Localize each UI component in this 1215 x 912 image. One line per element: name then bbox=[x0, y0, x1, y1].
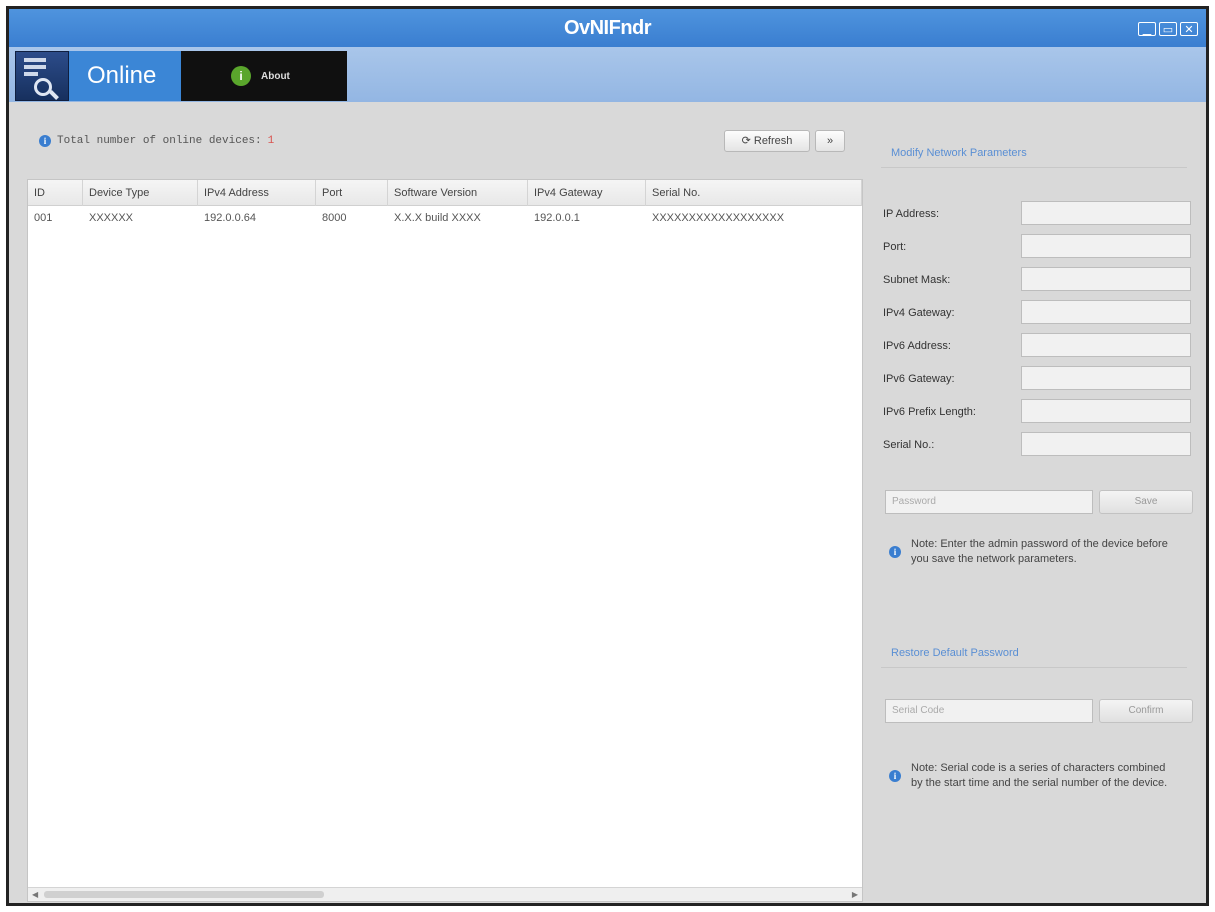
save-button[interactable]: Save bbox=[1099, 490, 1193, 514]
device-count: i Total number of online devices: 1 bbox=[39, 135, 274, 147]
divider bbox=[881, 667, 1187, 668]
column-header-port[interactable]: Port bbox=[316, 180, 388, 206]
tab-about-label: About bbox=[261, 70, 290, 82]
horizontal-scrollbar[interactable]: ◀ ▶ bbox=[28, 887, 862, 901]
nav-bar: Online i About bbox=[9, 47, 1206, 102]
column-header-serial-no[interactable]: Serial No. bbox=[646, 180, 862, 206]
field-label-ipv6-address: IPv6 Address: bbox=[883, 340, 951, 352]
restore-note: i Note: Serial code is a series of chara… bbox=[889, 761, 1189, 791]
field-label-port: Port: bbox=[883, 241, 907, 253]
device-count-value: 1 bbox=[267, 135, 275, 147]
table-cell: X.X.X build XXXX bbox=[394, 212, 481, 224]
about-icon: i bbox=[231, 66, 251, 86]
ipv4-gateway-input[interactable] bbox=[1021, 300, 1191, 324]
field-label-ip-address: IP Address: bbox=[883, 208, 940, 220]
modify-note: i Note: Enter the admin password of the … bbox=[889, 537, 1189, 567]
table-cell: 192.0.0.64 bbox=[204, 212, 256, 224]
serial-no-input[interactable] bbox=[1021, 432, 1191, 456]
device-list: ID Device Type IPv4 Address Port Softwar… bbox=[27, 179, 863, 902]
close-icon[interactable]: ✕ bbox=[1180, 22, 1198, 36]
restore-note-text: Note: Serial code is a series of charact… bbox=[911, 762, 1168, 789]
ipv6-gateway-input[interactable] bbox=[1021, 366, 1191, 390]
ipv6-address-input[interactable] bbox=[1021, 333, 1191, 357]
column-header-device-type[interactable]: Device Type bbox=[83, 180, 198, 206]
ipv6-prefix-length-input[interactable] bbox=[1021, 399, 1191, 423]
subnet-mask-input[interactable] bbox=[1021, 267, 1191, 291]
scroll-right-icon[interactable]: ▶ bbox=[852, 888, 858, 902]
field-label-ipv6-prefix-length: IPv6 Prefix Length: bbox=[883, 406, 976, 418]
scrollbar-thumb[interactable] bbox=[44, 891, 324, 898]
app-logo-icon bbox=[15, 51, 69, 101]
maximize-icon[interactable]: ▭ bbox=[1159, 22, 1177, 36]
table-cell: XXXXXXXXXXXXXXXXXX bbox=[652, 212, 785, 224]
divider bbox=[881, 167, 1187, 168]
info-icon: i bbox=[889, 770, 901, 782]
field-label-ipv4-gateway: IPv4 Gateway: bbox=[883, 307, 955, 319]
modify-note-text: Note: Enter the admin password of the de… bbox=[911, 538, 1168, 565]
minimize-icon[interactable]: ▁ bbox=[1138, 22, 1156, 36]
password-input[interactable]: Password bbox=[885, 490, 1093, 514]
ip-address-input[interactable] bbox=[1021, 201, 1191, 225]
port-input[interactable] bbox=[1021, 234, 1191, 258]
side-panel: Modify Network Parameters IP Address: Po… bbox=[871, 105, 1201, 903]
field-label-ipv6-gateway: IPv6 Gateway: bbox=[883, 373, 955, 385]
info-icon: i bbox=[889, 546, 901, 558]
table-row[interactable]: 001 XXXXXX 192.0.0.64 8000 X.X.X build X… bbox=[28, 206, 862, 230]
refresh-icon: ⟳ bbox=[741, 135, 751, 147]
device-count-label: Total number of online devices: bbox=[57, 135, 262, 147]
column-header-id[interactable]: ID bbox=[28, 180, 83, 206]
confirm-button[interactable]: Confirm bbox=[1099, 699, 1193, 723]
tab-online[interactable]: Online bbox=[69, 51, 181, 101]
scroll-left-icon[interactable]: ◀ bbox=[32, 888, 38, 902]
field-label-serial-no: Serial No.: bbox=[883, 439, 935, 451]
device-list-header: ID Device Type IPv4 Address Port Softwar… bbox=[28, 180, 862, 206]
app-title: OvNIFndr bbox=[563, 17, 652, 39]
column-header-ipv4-gateway[interactable]: IPv4 Gateway bbox=[528, 180, 646, 206]
title-bar: OvNIFndr ▁ ▭ ✕ bbox=[9, 9, 1206, 47]
table-cell: 192.0.0.1 bbox=[534, 212, 580, 224]
column-header-software-version[interactable]: Software Version bbox=[388, 180, 528, 206]
refresh-button[interactable]: ⟳ Refresh bbox=[724, 130, 810, 152]
field-label-subnet-mask: Subnet Mask: bbox=[883, 274, 951, 286]
table-cell: 001 bbox=[34, 212, 53, 224]
info-icon: i bbox=[39, 135, 51, 147]
tab-about[interactable]: i About bbox=[181, 51, 347, 101]
refresh-label: Refresh bbox=[753, 135, 793, 147]
window-controls: ▁ ▭ ✕ bbox=[1138, 22, 1198, 36]
column-header-ipv4-address[interactable]: IPv4 Address bbox=[198, 180, 316, 206]
serial-code-input[interactable]: Serial Code bbox=[885, 699, 1093, 723]
modify-network-title: Modify Network Parameters bbox=[891, 147, 1027, 159]
table-cell: XXXXXX bbox=[89, 212, 134, 224]
app-window: OvNIFndr ▁ ▭ ✕ Online i About i Total nu… bbox=[6, 6, 1209, 906]
more-button[interactable]: » bbox=[815, 130, 845, 152]
restore-password-title: Restore Default Password bbox=[891, 647, 1019, 659]
table-cell: 8000 bbox=[322, 212, 347, 224]
